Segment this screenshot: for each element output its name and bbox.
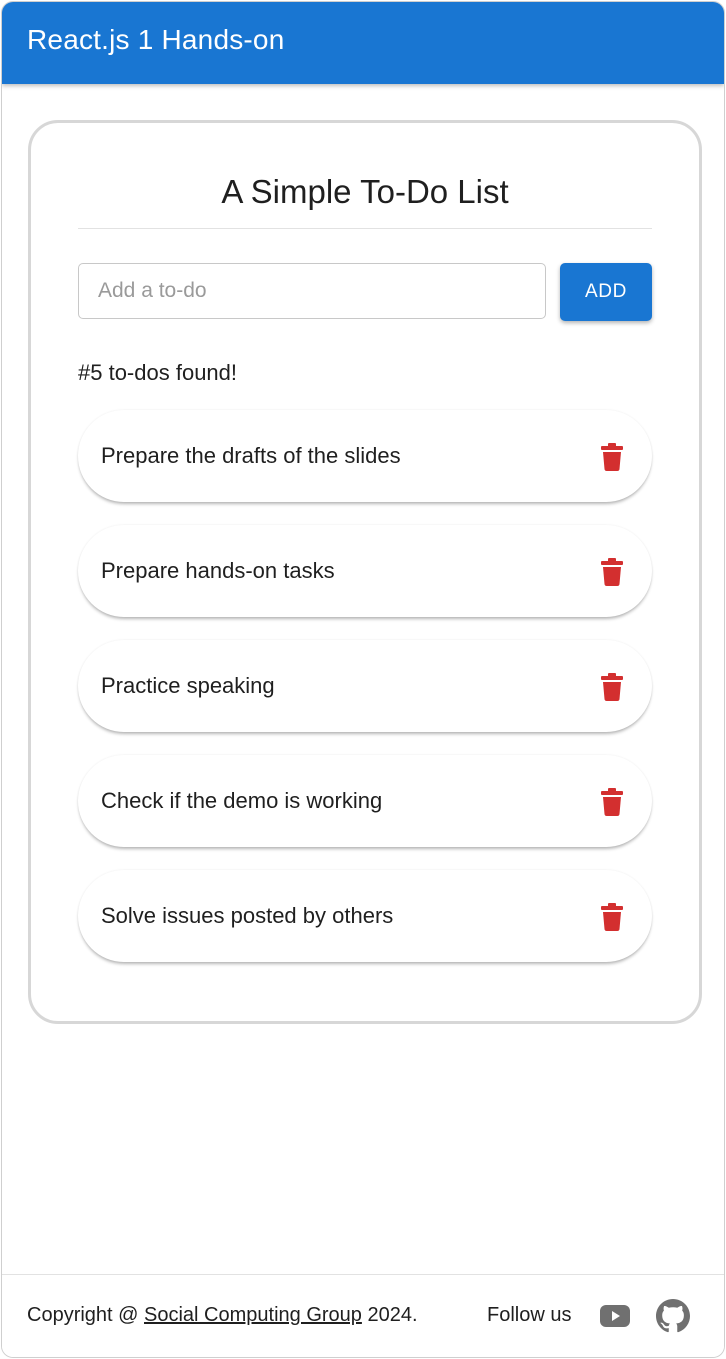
delete-todo-button[interactable] bbox=[600, 673, 624, 701]
todo-list: Prepare the drafts of the slides Prepare… bbox=[78, 410, 652, 985]
follow-label: Follow us bbox=[487, 1304, 572, 1326]
footer: Copyright @ Social Computing Group 2024.… bbox=[2, 1274, 724, 1357]
github-link[interactable] bbox=[656, 1299, 690, 1338]
todo-item: Prepare the drafts of the slides bbox=[78, 410, 652, 502]
copyright-prefix: Copyright @ bbox=[27, 1304, 145, 1326]
app-bar: React.js 1 Hands-on bbox=[2, 2, 724, 84]
copyright-suffix: 2024. bbox=[361, 1304, 418, 1326]
todo-text: Prepare hands-on tasks bbox=[101, 558, 335, 583]
title-divider bbox=[78, 228, 652, 229]
app-window: React.js 1 Hands-on A Simple To-Do List … bbox=[1, 1, 725, 1358]
youtube-icon bbox=[600, 1305, 630, 1327]
delete-todo-button[interactable] bbox=[600, 788, 624, 816]
trash-icon bbox=[601, 558, 623, 586]
todo-count: #5 to-dos found! bbox=[78, 360, 238, 385]
delete-todo-button[interactable] bbox=[600, 443, 624, 471]
trash-icon bbox=[601, 903, 623, 931]
todo-item: Check if the demo is working bbox=[78, 755, 652, 847]
copyright: Copyright @ Social Computing Group 2024. bbox=[27, 1304, 418, 1327]
todo-item: Practice speaking bbox=[78, 640, 652, 732]
todo-text: Solve issues posted by others bbox=[101, 903, 394, 928]
todo-item: Solve issues posted by others bbox=[78, 870, 652, 962]
todo-item: Prepare hands-on tasks bbox=[78, 525, 652, 617]
youtube-link[interactable] bbox=[600, 1305, 630, 1332]
social-computing-group-link[interactable]: Social Computing Group bbox=[144, 1304, 362, 1326]
trash-icon bbox=[601, 788, 623, 816]
app-title: React.js 1 Hands-on bbox=[27, 24, 285, 55]
delete-todo-button[interactable] bbox=[600, 903, 624, 931]
todo-text: Practice speaking bbox=[101, 673, 275, 698]
page-title: A Simple To-Do List bbox=[221, 173, 509, 210]
todo-input[interactable] bbox=[78, 263, 546, 319]
todo-text: Prepare the drafts of the slides bbox=[101, 443, 401, 468]
todo-card: A Simple To-Do List ADD #5 to-dos found!… bbox=[28, 120, 702, 1024]
trash-icon bbox=[601, 443, 623, 471]
trash-icon bbox=[601, 673, 623, 701]
add-button[interactable]: ADD bbox=[560, 263, 652, 321]
todo-text: Check if the demo is working bbox=[101, 788, 383, 813]
delete-todo-button[interactable] bbox=[600, 558, 624, 586]
github-icon bbox=[656, 1299, 690, 1333]
